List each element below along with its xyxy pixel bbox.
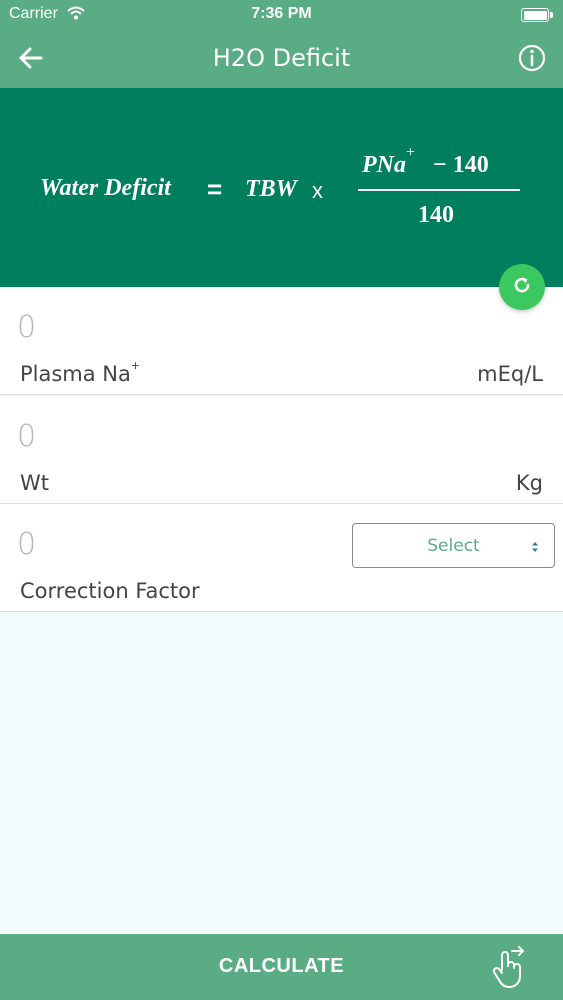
refresh-icon: [511, 274, 533, 301]
plasma-na-row: Plasma Na+ mEq/L: [0, 287, 563, 395]
weight-row: Wt Kg: [0, 396, 563, 504]
correction-factor-label: Correction Factor: [20, 579, 200, 603]
formula-tbw: TBW: [245, 176, 298, 202]
status-time: 7:36 PM: [251, 5, 312, 22]
formula-pna-sup: +: [406, 144, 416, 161]
calculate-button[interactable]: CALCULATE: [0, 934, 563, 1000]
formula-denominator: 140: [418, 202, 454, 228]
formula-pna: PNa: [362, 152, 406, 178]
weight-unit: Kg: [515, 471, 543, 495]
correction-factor-select[interactable]: Select: [352, 523, 555, 568]
correction-factor-row: Select Correction Factor: [0, 504, 563, 612]
plasma-na-unit: mEq/L: [477, 362, 543, 386]
formula-equals: =: [207, 174, 223, 204]
formula-fraction-line: [358, 189, 520, 191]
weight-input[interactable]: [17, 416, 317, 456]
formula-numerator: PNa+ − 140: [362, 144, 489, 179]
select-updown-icon: [530, 540, 540, 554]
tap-hand-icon: [490, 946, 530, 990]
formula-lhs: Water Deficit: [40, 175, 171, 201]
formula-numerator-rest: − 140: [433, 152, 489, 178]
formula-times: x: [312, 178, 323, 203]
plasma-na-label-text: Plasma Na: [20, 362, 131, 386]
formula-panel: Water Deficit = TBW x PNa+ − 140 140: [0, 88, 563, 287]
calculate-label: CALCULATE: [218, 955, 345, 977]
battery-icon: [521, 8, 553, 22]
correction-factor-input[interactable]: [17, 524, 317, 564]
weight-label: Wt: [20, 471, 49, 495]
page-title: H2O Deficit: [212, 44, 351, 72]
plasma-na-label-sup: +: [130, 359, 141, 372]
plasma-na-input[interactable]: [17, 307, 317, 347]
nav-bar: H2O Deficit: [0, 30, 563, 88]
plasma-na-label: Plasma Na+: [20, 359, 141, 386]
info-icon[interactable]: [517, 43, 547, 73]
select-value: Select: [427, 536, 480, 556]
refresh-button[interactable]: [499, 264, 545, 310]
status-bar: Carrier 7:36 PM: [0, 0, 563, 30]
